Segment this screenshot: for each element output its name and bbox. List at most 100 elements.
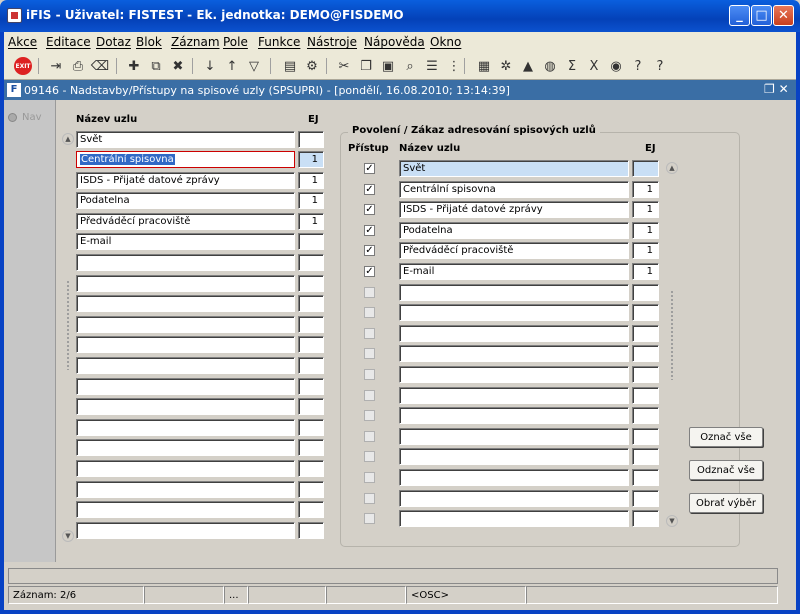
right-row-ej[interactable] — [632, 283, 659, 301]
left-row-name[interactable] — [76, 460, 295, 477]
right-scroll-up-icon[interactable]: ▲ — [666, 162, 678, 174]
restore-icon[interactable]: ❐ — [764, 82, 775, 96]
menu-6[interactable]: Funkce — [258, 35, 300, 49]
right-row-ej[interactable] — [632, 160, 659, 177]
calculator-icon[interactable]: ▦ — [474, 56, 494, 76]
select-all-button[interactable]: Označ vše — [689, 427, 763, 447]
right-row-name[interactable]: Předváděcí pracoviště — [399, 242, 629, 260]
left-row-ej[interactable]: 1 — [298, 212, 324, 230]
form-close-icon[interactable]: ✕ — [779, 82, 789, 96]
sort-asc-icon[interactable]: ↓ — [200, 56, 220, 76]
right-scroll-grip[interactable] — [670, 290, 674, 380]
print-icon[interactable]: ▤ — [280, 56, 300, 76]
right-row-ej[interactable]: 1 — [632, 263, 659, 280]
left-row-name[interactable]: E-mail — [76, 233, 295, 251]
close-icon[interactable]: ✕ — [773, 5, 794, 26]
right-row-ej[interactable]: 1 — [632, 242, 659, 260]
left-row-name[interactable] — [76, 480, 295, 498]
access-checkbox[interactable] — [364, 472, 375, 483]
left-row-name[interactable] — [76, 418, 295, 436]
right-row-ej[interactable]: 1 — [632, 180, 659, 198]
settings-icon[interactable]: ✲ — [496, 56, 516, 76]
menu-4[interactable]: Záznam — [171, 35, 220, 49]
right-row-name[interactable] — [399, 427, 629, 445]
warning-icon[interactable]: ▲ — [518, 56, 538, 76]
access-checkbox[interactable]: ✓ — [364, 224, 375, 236]
left-row-name[interactable] — [76, 521, 295, 539]
print-preview-icon[interactable]: ⎙ — [68, 56, 88, 76]
left-row-ej[interactable] — [298, 295, 324, 313]
left-row-name[interactable] — [76, 501, 295, 519]
right-row-name[interactable] — [399, 324, 629, 342]
left-row-name[interactable]: ISDS - Přijaté datové zprávy — [76, 171, 295, 189]
right-row-name[interactable] — [399, 304, 629, 322]
left-row-ej[interactable] — [298, 439, 324, 457]
menu-5[interactable]: Pole — [223, 35, 248, 49]
access-checkbox[interactable] — [364, 389, 375, 401]
right-row-name[interactable] — [399, 283, 629, 301]
left-row-name[interactable]: Předváděcí pracoviště — [76, 212, 295, 230]
right-row-ej[interactable] — [632, 407, 659, 425]
access-checkbox[interactable] — [364, 451, 375, 463]
left-scroll-up-icon[interactable]: ▲ — [62, 133, 74, 145]
left-scroll-grip[interactable] — [66, 280, 70, 370]
right-row-name[interactable]: E-mail — [399, 263, 629, 280]
access-checkbox[interactable] — [364, 348, 375, 360]
right-row-ej[interactable] — [632, 489, 659, 507]
help-search-icon[interactable]: ? — [628, 56, 648, 76]
menu-0[interactable]: Akce — [8, 35, 37, 49]
menu-7[interactable]: Nástroje — [307, 35, 357, 49]
left-row-name[interactable] — [76, 439, 295, 457]
left-row-ej[interactable]: 1 — [298, 151, 324, 168]
right-row-name[interactable] — [399, 407, 629, 425]
right-row-ej[interactable] — [632, 304, 659, 322]
access-checkbox[interactable] — [364, 513, 375, 525]
menu-8[interactable]: Nápověda — [364, 35, 425, 49]
left-row-ej[interactable] — [298, 254, 324, 271]
left-row-name[interactable] — [76, 377, 295, 395]
access-checkbox[interactable] — [364, 286, 375, 298]
left-row-ej[interactable] — [298, 357, 324, 374]
right-row-name[interactable]: Podatelna — [399, 221, 629, 239]
list-icon[interactable]: ☰ — [422, 56, 442, 76]
help-icon[interactable]: ? — [650, 56, 670, 76]
access-checkbox[interactable] — [364, 410, 375, 422]
sum-icon[interactable]: Σ — [562, 56, 582, 76]
left-row-ej[interactable] — [298, 521, 324, 539]
right-row-name[interactable]: ISDS - Přijaté datové zprávy — [399, 201, 629, 219]
paste-icon[interactable]: ▣ — [378, 56, 398, 76]
deselect-all-button[interactable]: Odznač vše — [689, 460, 763, 480]
right-row-ej[interactable] — [632, 324, 659, 342]
copy-icon[interactable]: ❐ — [356, 56, 376, 76]
left-row-ej[interactable] — [298, 377, 324, 395]
left-root-ej[interactable] — [298, 131, 324, 148]
access-checkbox[interactable] — [364, 430, 375, 442]
save-icon[interactable]: ⇥ — [46, 56, 66, 76]
filter-icon[interactable]: ▽ — [244, 56, 264, 76]
left-row-name[interactable] — [76, 295, 295, 313]
right-row-name[interactable]: Svět — [399, 160, 629, 177]
form-window-controls[interactable]: ❐ ✕ — [764, 82, 789, 96]
access-checkbox[interactable] — [364, 492, 375, 504]
globe-icon[interactable]: ◉ — [606, 56, 626, 76]
right-row-name[interactable] — [399, 510, 629, 528]
access-checkbox[interactable]: ✓ — [364, 204, 375, 216]
right-row-ej[interactable] — [632, 469, 659, 486]
insert-record-icon[interactable]: ✚ — [124, 56, 144, 76]
left-row-name[interactable] — [76, 254, 295, 271]
right-row-name[interactable] — [399, 489, 629, 507]
minimize-icon[interactable]: _ — [729, 5, 750, 26]
left-row-ej[interactable] — [298, 336, 324, 354]
left-row-ej[interactable] — [298, 233, 324, 251]
access-checkbox[interactable]: ✓ — [364, 245, 375, 257]
right-row-name[interactable]: Centrální spisovna — [399, 180, 629, 198]
access-checkbox[interactable]: ✓ — [364, 266, 375, 277]
right-row-ej[interactable]: 1 — [632, 201, 659, 219]
right-row-ej[interactable] — [632, 366, 659, 383]
exit-icon[interactable]: EXIT — [14, 57, 32, 75]
left-row-ej[interactable] — [298, 501, 324, 519]
access-checkbox[interactable] — [364, 369, 375, 380]
delete-record-icon[interactable]: ✖ — [168, 56, 188, 76]
menu-2[interactable]: Dotaz — [96, 35, 131, 49]
search-icon[interactable]: ⌕ — [400, 56, 420, 76]
